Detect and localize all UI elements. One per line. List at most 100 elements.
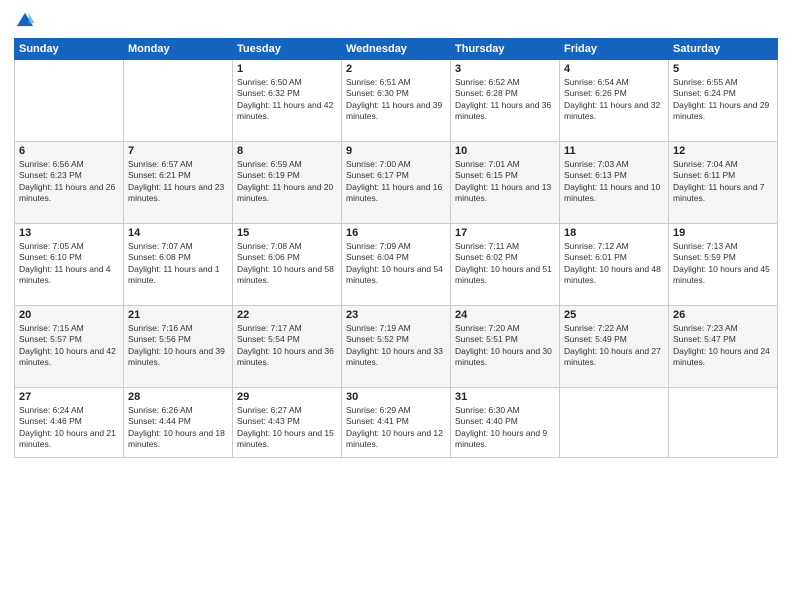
col-thursday: Thursday — [451, 39, 560, 60]
cell-date: 3 — [455, 63, 555, 75]
table-row — [560, 388, 669, 458]
cell-date: 16 — [346, 227, 446, 239]
table-row: 23 Sunrise: 7:19 AM Sunset: 5:52 PM Dayli… — [342, 306, 451, 388]
cell-info: Sunrise: 7:01 AM Sunset: 6:15 PM Dayligh… — [455, 159, 555, 205]
table-row: 22 Sunrise: 7:17 AM Sunset: 5:54 PM Dayli… — [233, 306, 342, 388]
cell-info: Sunrise: 6:24 AM Sunset: 4:46 PM Dayligh… — [19, 405, 119, 451]
table-row: 27 Sunrise: 6:24 AM Sunset: 4:46 PM Dayli… — [15, 388, 124, 458]
cell-info: Sunrise: 6:55 AM Sunset: 6:24 PM Dayligh… — [673, 77, 773, 123]
cell-date: 15 — [237, 227, 337, 239]
page: Sunday Monday Tuesday Wednesday Thursday… — [0, 0, 792, 612]
table-row: 5 Sunrise: 6:55 AM Sunset: 6:24 PM Daylig… — [669, 60, 778, 142]
col-saturday: Saturday — [669, 39, 778, 60]
col-tuesday: Tuesday — [233, 39, 342, 60]
logo — [14, 10, 38, 32]
col-wednesday: Wednesday — [342, 39, 451, 60]
cell-date: 27 — [19, 391, 119, 403]
cell-info: Sunrise: 7:20 AM Sunset: 5:51 PM Dayligh… — [455, 323, 555, 369]
cell-info: Sunrise: 7:07 AM Sunset: 6:08 PM Dayligh… — [128, 241, 228, 287]
table-row: 30 Sunrise: 6:29 AM Sunset: 4:41 PM Dayli… — [342, 388, 451, 458]
calendar-week-row: 13 Sunrise: 7:05 AM Sunset: 6:10 PM Dayli… — [15, 224, 778, 306]
cell-info: Sunrise: 7:16 AM Sunset: 5:56 PM Dayligh… — [128, 323, 228, 369]
table-row: 24 Sunrise: 7:20 AM Sunset: 5:51 PM Dayli… — [451, 306, 560, 388]
cell-date: 28 — [128, 391, 228, 403]
cell-date: 4 — [564, 63, 664, 75]
table-row: 16 Sunrise: 7:09 AM Sunset: 6:04 PM Dayli… — [342, 224, 451, 306]
cell-date: 24 — [455, 309, 555, 321]
calendar-week-row: 27 Sunrise: 6:24 AM Sunset: 4:46 PM Dayli… — [15, 388, 778, 458]
table-row: 3 Sunrise: 6:52 AM Sunset: 6:28 PM Daylig… — [451, 60, 560, 142]
cell-info: Sunrise: 7:03 AM Sunset: 6:13 PM Dayligh… — [564, 159, 664, 205]
table-row: 25 Sunrise: 7:22 AM Sunset: 5:49 PM Dayli… — [560, 306, 669, 388]
cell-info: Sunrise: 7:12 AM Sunset: 6:01 PM Dayligh… — [564, 241, 664, 287]
cell-date: 1 — [237, 63, 337, 75]
table-row: 7Sunrise: 6:57 AM Sunset: 6:21 PM Daylig… — [124, 142, 233, 224]
cell-info: Sunrise: 7:15 AM Sunset: 5:57 PM Dayligh… — [19, 323, 119, 369]
cell-info: Sunrise: 7:13 AM Sunset: 5:59 PM Dayligh… — [673, 241, 773, 287]
table-row: 29Sunrise: 6:27 AM Sunset: 4:43 PM Dayli… — [233, 388, 342, 458]
cell-info: Sunrise: 7:08 AM Sunset: 6:06 PM Dayligh… — [237, 241, 337, 287]
cell-date: 21 — [128, 309, 228, 321]
header — [14, 10, 778, 32]
table-row: 15 Sunrise: 7:08 AM Sunset: 6:06 PM Dayli… — [233, 224, 342, 306]
calendar-week-row: 1 Sunrise: 6:50 AM Sunset: 6:32 PM Daylig… — [15, 60, 778, 142]
cell-date: 13 — [19, 227, 119, 239]
cell-date: 23 — [346, 309, 446, 321]
cell-info: Sunrise: 7:11 AM Sunset: 6:02 PM Dayligh… — [455, 241, 555, 287]
table-row: 21 Sunrise: 7:16 AM Sunset: 5:56 PM Dayli… — [124, 306, 233, 388]
cell-info: Sunrise: 6:29 AM Sunset: 4:41 PM Dayligh… — [346, 405, 446, 451]
cell-date: 18 — [564, 227, 664, 239]
table-row: 9 Sunrise: 7:00 AM Sunset: 6:17 PM Daylig… — [342, 142, 451, 224]
cell-info: Sunrise: 6:54 AM Sunset: 6:26 PM Dayligh… — [564, 77, 664, 123]
cell-date: 14 — [128, 227, 228, 239]
table-row: 11 Sunrise: 7:03 AM Sunset: 6:13 PM Dayli… — [560, 142, 669, 224]
table-row: 28 Sunrise: 6:26 AM Sunset: 4:44 PM Dayli… — [124, 388, 233, 458]
calendar-week-row: 20 Sunrise: 7:15 AM Sunset: 5:57 PM Dayli… — [15, 306, 778, 388]
cell-info: Sunrise: 6:27 AM Sunset: 4:43 PM Dayligh… — [237, 405, 337, 451]
table-row — [124, 60, 233, 142]
cell-info: Sunrise: 6:30 AM Sunset: 4:40 PM Dayligh… — [455, 405, 555, 451]
cell-info: Sunrise: 7:09 AM Sunset: 6:04 PM Dayligh… — [346, 241, 446, 287]
cell-info: Sunrise: 6:57 AM Sunset: 6:21 PM Dayligh… — [128, 159, 228, 205]
table-row: 4 Sunrise: 6:54 AM Sunset: 6:26 PM Daylig… — [560, 60, 669, 142]
cell-info: Sunrise: 7:22 AM Sunset: 5:49 PM Dayligh… — [564, 323, 664, 369]
cell-date: 5 — [673, 63, 773, 75]
table-row: 13 Sunrise: 7:05 AM Sunset: 6:10 PM Dayli… — [15, 224, 124, 306]
cell-info: Sunrise: 6:26 AM Sunset: 4:44 PM Dayligh… — [128, 405, 228, 451]
cell-info: Sunrise: 7:00 AM Sunset: 6:17 PM Dayligh… — [346, 159, 446, 205]
table-row: 18 Sunrise: 7:12 AM Sunset: 6:01 PM Dayli… — [560, 224, 669, 306]
table-row: 10Sunrise: 7:01 AM Sunset: 6:15 PM Dayli… — [451, 142, 560, 224]
table-row — [15, 60, 124, 142]
cell-info: Sunrise: 7:04 AM Sunset: 6:11 PM Dayligh… — [673, 159, 773, 205]
cell-date: 2 — [346, 63, 446, 75]
cell-info: Sunrise: 6:51 AM Sunset: 6:30 PM Dayligh… — [346, 77, 446, 123]
cell-date: 30 — [346, 391, 446, 403]
table-row: 31 Sunrise: 6:30 AM Sunset: 4:40 PM Dayli… — [451, 388, 560, 458]
table-row: 19Sunrise: 7:13 AM Sunset: 5:59 PM Dayli… — [669, 224, 778, 306]
col-monday: Monday — [124, 39, 233, 60]
cell-info: Sunrise: 6:59 AM Sunset: 6:19 PM Dayligh… — [237, 159, 337, 205]
cell-date: 31 — [455, 391, 555, 403]
cell-date: 17 — [455, 227, 555, 239]
cell-date: 9 — [346, 145, 446, 157]
cell-date: 25 — [564, 309, 664, 321]
cell-info: Sunrise: 7:19 AM Sunset: 5:52 PM Dayligh… — [346, 323, 446, 369]
cell-date: 22 — [237, 309, 337, 321]
calendar: Sunday Monday Tuesday Wednesday Thursday… — [14, 38, 778, 458]
table-row: 2 Sunrise: 6:51 AM Sunset: 6:30 PM Daylig… — [342, 60, 451, 142]
table-row: 20 Sunrise: 7:15 AM Sunset: 5:57 PM Dayli… — [15, 306, 124, 388]
table-row: 8Sunrise: 6:59 AM Sunset: 6:19 PM Daylig… — [233, 142, 342, 224]
cell-date: 26 — [673, 309, 773, 321]
logo-icon — [14, 10, 36, 32]
cell-info: Sunrise: 6:50 AM Sunset: 6:32 PM Dayligh… — [237, 77, 337, 123]
cell-info: Sunrise: 7:23 AM Sunset: 5:47 PM Dayligh… — [673, 323, 773, 369]
cell-date: 20 — [19, 309, 119, 321]
cell-info: Sunrise: 7:17 AM Sunset: 5:54 PM Dayligh… — [237, 323, 337, 369]
cell-date: 11 — [564, 145, 664, 157]
cell-info: Sunrise: 7:05 AM Sunset: 6:10 PM Dayligh… — [19, 241, 119, 287]
cell-info: Sunrise: 6:52 AM Sunset: 6:28 PM Dayligh… — [455, 77, 555, 123]
col-sunday: Sunday — [15, 39, 124, 60]
table-row: 6Sunrise: 6:56 AM Sunset: 6:23 PM Daylig… — [15, 142, 124, 224]
table-row: 12Sunrise: 7:04 AM Sunset: 6:11 PM Dayli… — [669, 142, 778, 224]
table-row: 14 Sunrise: 7:07 AM Sunset: 6:08 PM Dayli… — [124, 224, 233, 306]
